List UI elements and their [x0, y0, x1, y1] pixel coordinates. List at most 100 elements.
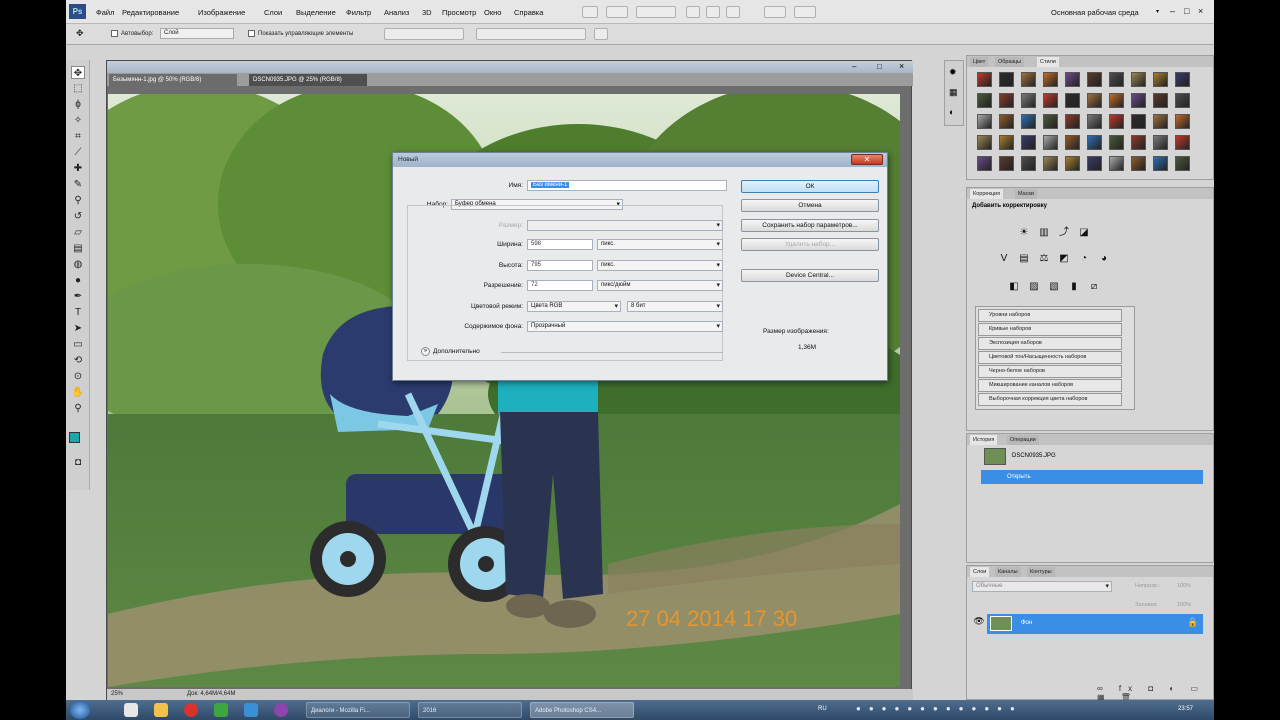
start-button-icon[interactable] — [70, 701, 90, 719]
screen-mode-button[interactable] — [794, 6, 816, 18]
name-input[interactable]: Без имени-1 — [527, 180, 727, 191]
healing-tool-icon[interactable]: ✚ — [71, 162, 85, 175]
close-button[interactable]: × — [1198, 6, 1203, 16]
system-tray-icons[interactable]: ●●●●●●●●●●●●● — [856, 704, 1156, 716]
fill-value[interactable]: 100% — [1177, 602, 1191, 608]
style-swatch[interactable] — [1043, 72, 1058, 87]
tab-history[interactable]: История — [970, 435, 998, 445]
dodge-tool-icon[interactable]: ● — [71, 274, 85, 287]
resolution-input[interactable]: 72 — [527, 280, 593, 291]
invert-icon[interactable]: ◧ — [1007, 280, 1021, 294]
history-snapshot-label[interactable]: DSCN0935.JPG — [1012, 453, 1056, 459]
doc-maximize-button[interactable]: □ — [877, 62, 882, 71]
style-swatch[interactable] — [1175, 135, 1190, 150]
style-swatch[interactable] — [1109, 135, 1124, 150]
rotate-view-button[interactable] — [726, 6, 740, 18]
quick-mask-icon[interactable]: ◘ — [71, 456, 85, 469]
style-swatch[interactable] — [1021, 135, 1036, 150]
hand-tool-button[interactable] — [686, 6, 700, 18]
preset-item[interactable]: Цветовой тон/Насыщенность наборов — [978, 351, 1122, 364]
color-panel-icon[interactable]: ✹ — [949, 67, 957, 78]
channel-mixer-icon[interactable]: ◕ — [1097, 252, 1111, 266]
extras-button[interactable] — [764, 6, 786, 18]
style-swatch[interactable] — [1109, 156, 1124, 171]
hand-tool-icon[interactable]: ✋ — [71, 386, 85, 399]
eyedropper-tool-icon[interactable]: ⟋ — [71, 146, 85, 159]
height-unit-select[interactable]: пикс. — [597, 260, 723, 271]
style-swatch[interactable] — [977, 135, 992, 150]
style-swatch[interactable] — [1043, 93, 1058, 108]
blur-tool-icon[interactable]: ◍ — [71, 258, 85, 271]
swatches-panel-icon[interactable]: ▦ — [949, 87, 958, 98]
style-swatch[interactable] — [1087, 156, 1102, 171]
menu-3d[interactable]: 3D — [422, 8, 432, 17]
style-swatch[interactable] — [1087, 114, 1102, 129]
magic-wand-tool-icon[interactable]: ✧ — [71, 114, 85, 127]
style-swatch[interactable] — [999, 135, 1014, 150]
save-preset-button[interactable]: Сохранить набор параметров... — [741, 219, 879, 232]
folder-icon[interactable] — [154, 703, 168, 717]
background-contents-select[interactable]: Прозрачный — [527, 321, 723, 332]
style-swatch[interactable] — [1153, 156, 1168, 171]
preset-item[interactable]: Черно-белое наборов — [978, 365, 1122, 378]
style-swatch[interactable] — [1043, 156, 1058, 171]
cancel-button[interactable]: Отмена — [741, 199, 879, 212]
preset-item[interactable]: Микширование каналов наборов — [978, 379, 1122, 392]
autoselect-checkbox[interactable] — [111, 30, 118, 37]
style-swatch[interactable] — [1175, 93, 1190, 108]
style-swatch[interactable] — [999, 156, 1014, 171]
selective-color-icon[interactable]: ⧄ — [1087, 280, 1101, 294]
menu-filter[interactable]: Фильтр — [346, 8, 371, 17]
menu-edit[interactable]: Редактирование — [122, 8, 179, 17]
tab-color[interactable]: Цвет — [970, 57, 989, 67]
bit-depth-select[interactable]: 8 бит — [627, 301, 723, 312]
preset-item[interactable]: Экспозиция наборов — [978, 337, 1122, 350]
black-white-icon[interactable]: ◩ — [1057, 252, 1071, 266]
3d-camera-icon[interactable]: ⊙ — [71, 370, 85, 383]
style-swatch[interactable] — [1065, 72, 1080, 87]
tab-document-2[interactable]: DSCN0935.JPG @ 25% (RGB/8) — [249, 74, 367, 86]
viber-icon[interactable] — [274, 703, 288, 717]
menu-image[interactable]: Изображение — [198, 8, 245, 17]
marquee-tool-icon[interactable]: ⬚ — [71, 82, 85, 95]
tab-adjustments[interactable]: Коррекция — [970, 189, 1004, 199]
style-swatch[interactable] — [1021, 114, 1036, 129]
style-swatch[interactable] — [1087, 93, 1102, 108]
style-swatch[interactable] — [1043, 114, 1058, 129]
style-swatch[interactable] — [999, 72, 1014, 87]
preset-item[interactable]: Кривые наборов — [978, 323, 1122, 336]
levels-icon[interactable]: ▥ — [1037, 226, 1051, 240]
style-swatch[interactable] — [1065, 156, 1080, 171]
workspace-dropdown-icon[interactable]: ▾ — [1156, 8, 1159, 15]
style-swatch[interactable] — [1087, 135, 1102, 150]
bridge-button[interactable] — [582, 6, 598, 18]
path-select-icon[interactable]: ➤ — [71, 322, 85, 335]
tab-masks[interactable]: Маски — [1015, 189, 1037, 199]
zoom-tool-icon[interactable]: ⚲ — [71, 402, 85, 415]
tab-document-1[interactable]: Безымянн-1.jpg @ 50% (RGB/8) — [109, 74, 237, 86]
tab-channels[interactable]: Каналы — [995, 567, 1021, 577]
resolution-unit-select[interactable]: пикс/дюйм — [597, 280, 723, 291]
type-tool-icon[interactable]: T — [71, 306, 85, 319]
eye-icon[interactable]: 👁 — [972, 616, 986, 630]
color-mode-select[interactable]: Цвета RGB — [527, 301, 621, 312]
style-swatch[interactable] — [1065, 114, 1080, 129]
style-swatch[interactable] — [977, 93, 992, 108]
stamp-tool-icon[interactable]: ⚲ — [71, 194, 85, 207]
menu-file[interactable]: Файл — [96, 8, 114, 17]
style-swatch[interactable] — [999, 93, 1014, 108]
style-swatch[interactable] — [1175, 114, 1190, 129]
workspace-switcher[interactable]: Основная рабочая среда — [1051, 8, 1139, 17]
dialog-close-button[interactable]: ✕ — [851, 154, 883, 165]
menu-view[interactable]: Просмотр — [442, 8, 476, 17]
styles-panel-icon[interactable]: ◐ — [949, 107, 954, 117]
color-balance-icon[interactable]: ⚖ — [1037, 252, 1051, 266]
tab-paths[interactable]: Контуры — [1027, 567, 1055, 577]
gradient-map-icon[interactable]: ▮ — [1067, 280, 1081, 294]
style-swatch[interactable] — [1153, 93, 1168, 108]
app-icon[interactable] — [214, 703, 228, 717]
advanced-label[interactable]: Дополнительно — [433, 348, 480, 355]
tab-swatches[interactable]: Образцы — [995, 57, 1025, 67]
menu-window[interactable]: Окно — [484, 8, 501, 17]
layer-row-selected[interactable]: Фон 🔒 — [987, 614, 1203, 634]
